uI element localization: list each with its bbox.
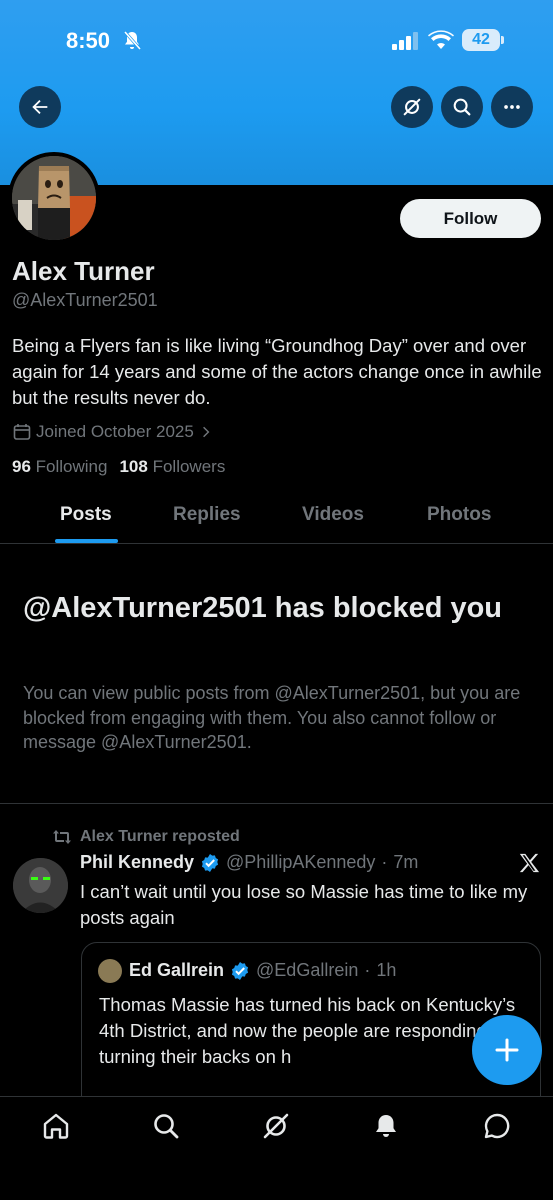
blocked-description: You can view public posts from @AlexTurn… [23,683,521,752]
grok-button[interactable] [391,86,433,128]
compose-button[interactable] [472,1015,542,1085]
profile-handle: @AlexTurner2501 [12,290,158,310]
quote-author-handle: @EdGallrein [256,960,359,980]
tab-photos[interactable]: Photos [427,504,491,526]
quote-time: 1h [376,960,397,980]
profile-tabs: Posts Replies Videos Photos [0,492,553,544]
wifi-icon [428,30,454,49]
follow-button[interactable]: Follow [400,199,541,238]
plus-icon [495,1038,519,1062]
more-button[interactable] [491,86,533,128]
post-header: Phil Kennedy @PhillipAKennedy · 7m [80,852,418,873]
calendar-icon [13,424,31,440]
status-time: 8:50 [66,28,111,53]
joined-date[interactable]: Joined October 2025 [12,422,214,442]
following-link[interactable]: 96 Following [12,457,107,477]
silent-bell-icon [123,31,142,50]
repost-icon [53,830,71,844]
post-author-handle[interactable]: @PhillipAKennedy [226,852,375,873]
profile-bio: Being a Flyers fan is like living “Groun… [12,335,542,408]
verified-badge-icon [231,961,249,980]
following-count: 96 [12,457,31,476]
notifications-icon[interactable] [371,1111,401,1141]
blocked-title: @AlexTurner2501 has blocked you [23,592,503,624]
bottom-navigation [0,1096,553,1200]
following-label: Following [35,457,108,476]
post-time: 7m [393,852,419,872]
search-icon[interactable] [151,1111,181,1141]
quote-meta-separator: · [364,960,371,980]
quoted-post[interactable]: Ed Gallrein @EdGallrein · 1h Thomas Massie… [81,942,541,1112]
profile-name: Alex Turner [12,256,155,286]
joined-label: Joined October 2025 [36,422,194,441]
follow-counts: 96 Following 108 Followers [12,457,225,477]
followers-count: 108 [119,457,148,476]
post-author-name[interactable]: Phil Kennedy [80,852,194,873]
quote-author-avatar [98,959,122,983]
followers-link[interactable]: 108 Followers [119,457,225,477]
repost-label: Alex Turner reposted [80,828,240,845]
search-icon [453,98,471,116]
search-button[interactable] [441,86,483,128]
tab-replies[interactable]: Replies [173,504,241,526]
back-arrow-icon [32,99,48,115]
post-author-avatar[interactable] [13,858,68,913]
quote-header: Ed Gallrein @EdGallrein · 1h [129,960,396,981]
repost-indicator[interactable]: Alex Turner reposted [52,828,240,846]
x-logo-icon [519,853,540,873]
avatar-image [12,156,96,240]
post-avatar-image [13,858,68,913]
post-meta-separator: · [381,852,388,872]
messages-icon[interactable] [482,1111,512,1141]
post-text: I can’t wait until you lose so Massie ha… [80,881,528,928]
followers-label: Followers [152,457,226,476]
verified-badge-icon [201,853,219,872]
back-button[interactable] [19,86,61,128]
tab-videos[interactable]: Videos [302,504,364,526]
divider [0,803,553,804]
chevron-right-icon [202,426,210,438]
home-icon[interactable] [41,1111,71,1141]
more-icon [504,105,520,109]
tab-posts[interactable]: Posts [60,504,112,526]
grok-icon[interactable] [261,1111,291,1141]
grok-icon [403,98,421,116]
cellular-signal-icon [392,32,418,50]
battery-indicator: 42 [462,29,500,51]
battery-tip [501,36,504,44]
quote-author-name: Ed Gallrein [129,960,225,980]
profile-avatar[interactable] [8,152,100,244]
active-tab-indicator [55,539,118,543]
